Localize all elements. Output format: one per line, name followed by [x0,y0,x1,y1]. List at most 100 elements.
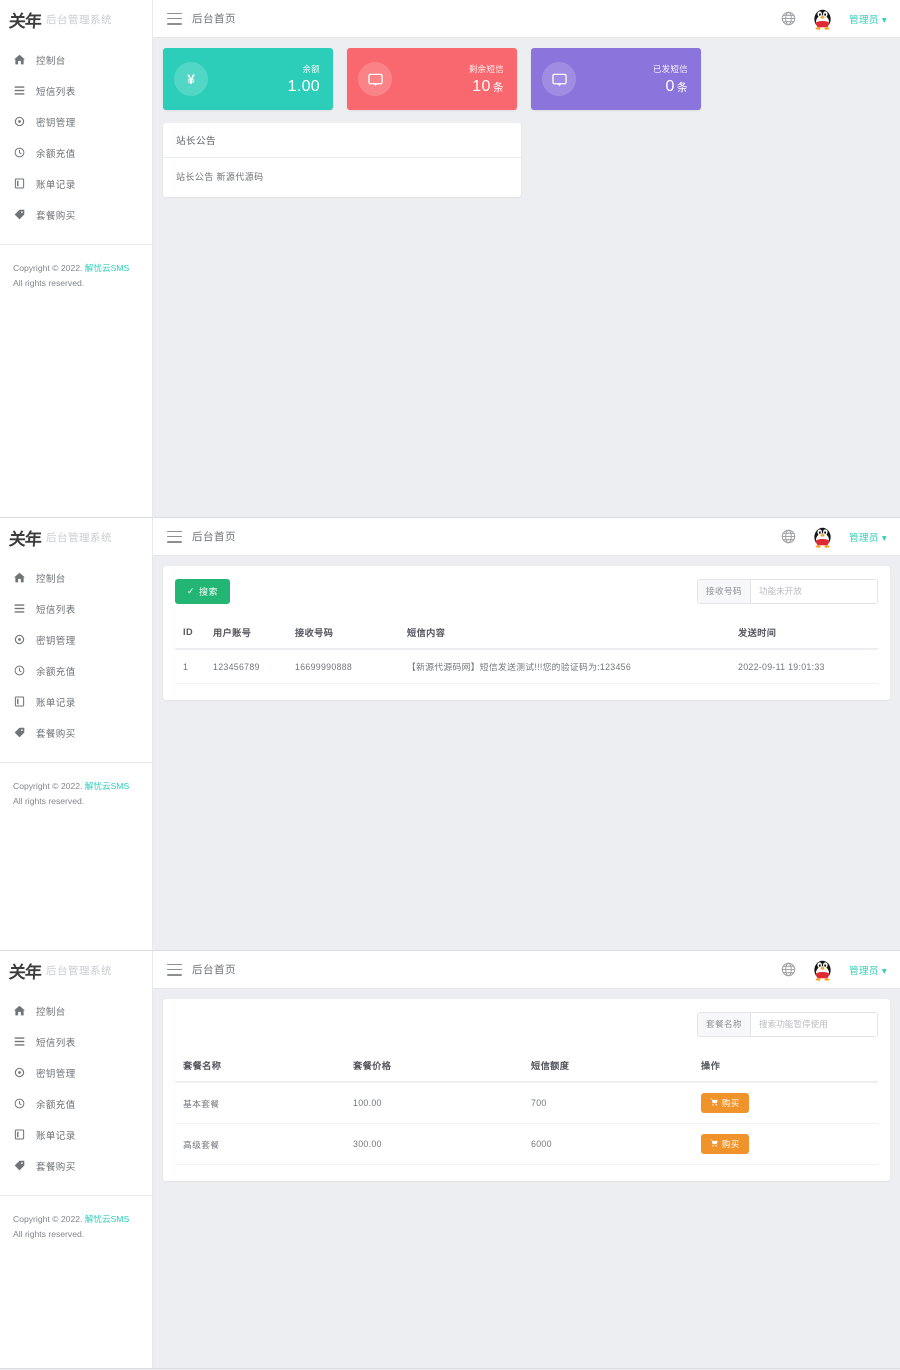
sidebar-item-package-purchase[interactable]: 套餐购买 [0,199,152,230]
brand-subtitle: 后台管理系统 [46,13,112,26]
sidebar-item-label: 控制台 [36,573,66,585]
book-icon [13,1129,25,1141]
cell-time: 2022-09-11 19:01:33 [730,649,878,684]
sidebar-item-sms-list[interactable]: 短信列表 [0,593,152,624]
package-panel: 关年 后台管理系统 控制台 短信列表 密钥管理 余额充值 账单记录 套餐购买 C… [0,951,900,1369]
sidebar-item-key-management[interactable]: 密钥管理 [0,1057,152,1088]
sms-list-box: ✓ 搜索 接收号码 ID 用户账号 接收号码 短信内容 发送时间 [163,566,890,700]
sidebar-item-recharge[interactable]: 余额充值 [0,1088,152,1119]
sidebar-item-recharge[interactable]: 余额充值 [0,655,152,686]
key-gear-icon [13,116,25,128]
sidebar-item-sms-list[interactable]: 短信列表 [0,1026,152,1057]
sidebar: 关年 后台管理系统 控制台 短信列表 密钥管理 余额充值 账单记录 套餐购买 C… [0,951,153,1368]
sidebar-item-label: 余额充值 [36,1099,76,1111]
sidebar-footer: Copyright © 2022. 解忧云SMS All rights rese… [0,763,152,809]
brand[interactable]: 关年 后台管理系统 [0,518,152,556]
sidebar-item-label: 账单记录 [36,179,76,191]
package-filter-input[interactable] [751,1012,877,1036]
buy-button[interactable]: 购买 [701,1134,749,1154]
cell-package-price: 300.00 [345,1123,523,1165]
table-row[interactable]: 1 123456789 16699990888 【新源代源码网】短信发送测试!!… [175,649,878,684]
stat-card-body: 已发短信 0条 [653,63,688,96]
sidebar-item-label: 套餐购买 [36,210,76,222]
buy-button-label: 购买 [722,1139,740,1149]
language-globe-icon[interactable] [781,962,796,977]
table-row[interactable]: 基本套餐 100.00 700 购买 [175,1082,878,1124]
hamburger-icon[interactable] [167,963,182,976]
brand[interactable]: 关年 后台管理系统 [0,951,152,989]
stat-cards: ¥ 余额 1.00 剩余短信 10 条 已发短信 0条 [163,48,890,110]
sidebar-item-dashboard[interactable]: 控制台 [0,44,152,75]
stat-card-label: 已发短信 [652,63,688,74]
user-menu[interactable]: 管理员 ▾ [849,12,887,26]
sidebar-footer: Copyright © 2022. 解忧云SMS All rights rese… [0,245,152,291]
footer-rights: All rights reserved. [13,278,85,288]
cell-sms-quota: 6000 [523,1123,693,1165]
sidebar-item-label: 短信列表 [36,86,76,98]
message-icon [542,62,576,96]
sidebar-item-package-purchase[interactable]: 套餐购买 [0,717,152,748]
sidebar-item-label: 密钥管理 [36,1068,76,1080]
sms-list-panel: 关年 后台管理系统 控制台 短信列表 密钥管理 余额充值 账单记录 套餐购买 C… [0,518,900,951]
col-actions: 操作 [693,1049,878,1083]
list-icon [13,85,25,97]
sidebar-item-key-management[interactable]: 密钥管理 [0,624,152,655]
package-box: 套餐名称 套餐名称 套餐价格 短信额度 操作 基本套餐 100.00 [163,999,890,1181]
package-filter-group: 套餐名称 [697,1011,878,1037]
sidebar-item-key-management[interactable]: 密钥管理 [0,106,152,137]
table-row[interactable]: 高级套餐 300.00 6000 购买 [175,1123,878,1165]
yen-icon: ¥ [174,62,208,96]
sidebar-item-billing[interactable]: 账单记录 [0,1119,152,1150]
sidebar-item-package-purchase[interactable]: 套餐购买 [0,1150,152,1181]
stat-card-label: 剩余短信 [468,63,504,74]
book-icon [13,696,25,708]
page-title: 后台首页 [192,531,236,543]
sidebar-item-recharge[interactable]: 余额充值 [0,137,152,168]
sidebar-item-billing[interactable]: 账单记录 [0,168,152,199]
language-globe-icon[interactable] [781,11,796,26]
search-button[interactable]: ✓ 搜索 [175,578,231,604]
sidebar-item-label: 套餐购买 [36,1161,76,1173]
footer-brand-link[interactable]: 解忧云SMS [85,1214,129,1224]
stat-card-sent-sms[interactable]: 已发短信 0条 [531,48,701,110]
footer-brand-link[interactable]: 解忧云SMS [85,781,129,791]
footer-copyright: Copyright © 2022. [13,263,83,273]
stat-card-remaining-sms[interactable]: 剩余短信 10 条 [347,48,517,110]
footer-brand-link[interactable]: 解忧云SMS [85,263,129,273]
hamburger-icon[interactable] [167,530,182,543]
phone-filter-label: 接收号码 [698,579,751,603]
user-menu[interactable]: 管理员 ▾ [849,963,887,977]
cell-package-name: 基本套餐 [175,1082,345,1124]
brand-logo: 关年 [8,962,42,983]
package-filter-label: 套餐名称 [698,1012,751,1036]
footer-rights: All rights reserved. [13,1229,85,1239]
phone-filter-input[interactable] [751,579,877,603]
topbar: 后台首页 管理员 ▾ [153,0,900,38]
user-menu[interactable]: 管理员 ▾ [849,530,887,544]
sidebar-item-dashboard[interactable]: 控制台 [0,562,152,593]
tag-icon [13,727,25,739]
avatar[interactable] [810,6,836,31]
avatar[interactable] [810,957,836,982]
brand-logo: 关年 [8,529,42,550]
col-id: ID [175,616,205,650]
page-title: 后台首页 [192,13,236,25]
col-phone: 接收号码 [287,616,399,650]
sms-table: ID 用户账号 接收号码 短信内容 发送时间 1 123456789 16699… [175,616,878,684]
stat-card-body: 剩余短信 10 条 [469,63,504,96]
language-globe-icon[interactable] [781,529,796,544]
brand[interactable]: 关年 后台管理系统 [0,0,152,38]
stat-card-balance[interactable]: ¥ 余额 1.00 [163,48,333,110]
buy-button[interactable]: 购买 [701,1093,749,1113]
sidebar-item-dashboard[interactable]: 控制台 [0,995,152,1026]
sidebar-item-billing[interactable]: 账单记录 [0,686,152,717]
sidebar-item-sms-list[interactable]: 短信列表 [0,75,152,106]
avatar[interactable] [810,524,836,549]
message-icon [358,62,392,96]
stat-card-value: 0条 [653,78,688,96]
sms-table-body: 1 123456789 16699990888 【新源代源码网】短信发送测试!!… [175,649,878,684]
package-content: 套餐名称 套餐名称 套餐价格 短信额度 操作 基本套餐 100.00 [153,989,900,1368]
hamburger-icon[interactable] [167,12,182,25]
page-title: 后台首页 [192,964,236,976]
col-package-name: 套餐名称 [175,1049,345,1083]
